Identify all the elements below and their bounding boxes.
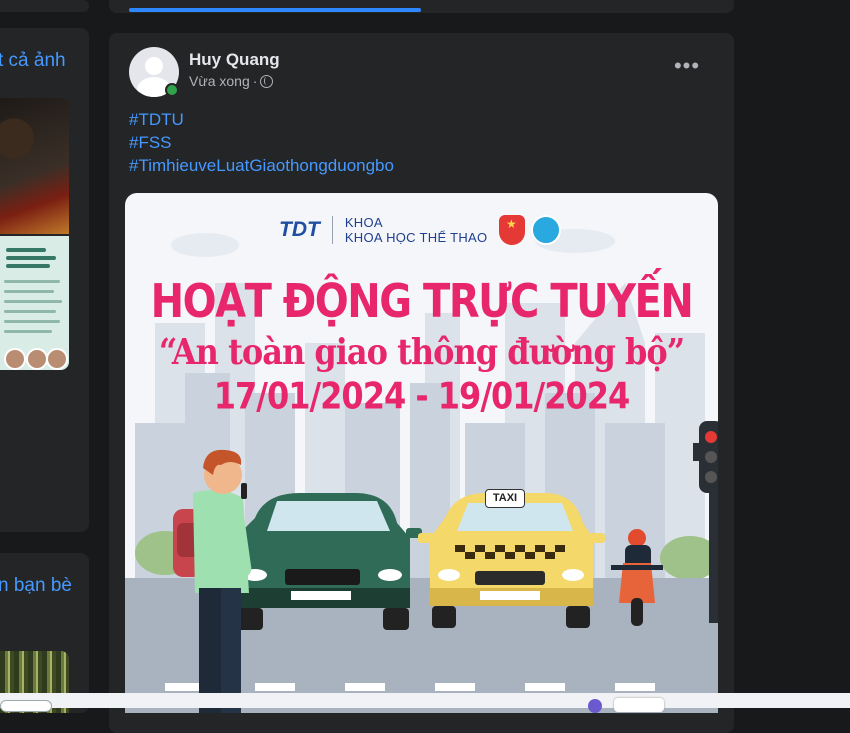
- dept-line-1: KHOA: [344, 215, 383, 230]
- bottom-avatar-icon[interactable]: [588, 699, 602, 713]
- poster-dates: 17/01/2024 - 19/01/2024: [213, 374, 631, 418]
- youth-union-badge: [499, 215, 525, 245]
- globe-icon[interactable]: [260, 74, 274, 88]
- dept-line-2: KHOA HỌC THỂ THAO: [344, 230, 488, 245]
- hashtag-link[interactable]: #TDTU: [129, 108, 394, 131]
- taxi-sign: TAXI: [485, 489, 525, 508]
- bottom-button[interactable]: [614, 698, 664, 712]
- department-name: KHOA KHOA HỌC THỂ THAO: [345, 215, 488, 245]
- active-tab-indicator: [129, 8, 421, 12]
- meta-separator: ·: [252, 73, 258, 89]
- photo-thumbnail[interactable]: [0, 236, 69, 370]
- tdt-logo: TDT: [279, 218, 320, 241]
- bottom-bar: [0, 693, 850, 713]
- post-author[interactable]: Huy Quang: [189, 50, 280, 70]
- post-hashtags: #TDTU #FSS #TimhieuveLuatGiaothongduongb…: [129, 108, 394, 177]
- post-time[interactable]: Vừa xong: [189, 73, 250, 89]
- logo-divider: [331, 216, 333, 244]
- left-card-top: [0, 0, 89, 12]
- bottom-input[interactable]: [0, 700, 52, 712]
- organization-badges: [499, 215, 561, 245]
- see-all-friends-link[interactable]: n bạn bè: [0, 575, 72, 597]
- post-meta: Vừa xong ·: [189, 73, 274, 89]
- tab-bar: [109, 0, 734, 13]
- poster-illustration: [125, 229, 718, 713]
- student-association-badge: [531, 215, 561, 245]
- friends-card: n bạn bè: [0, 553, 89, 713]
- post-card: Huy Quang Vừa xong · ••• #TDTU #FSS #Tim…: [109, 33, 734, 733]
- poster-title: HOẠT ĐỘNG TRỰC TUYẾN: [150, 275, 694, 329]
- more-options-icon[interactable]: •••: [669, 55, 705, 81]
- photo-thumbnail[interactable]: [0, 98, 69, 234]
- online-status-dot: [165, 83, 179, 97]
- hashtag-link[interactable]: #FSS: [129, 131, 394, 154]
- see-all-photos-link[interactable]: t cả ảnh: [0, 50, 66, 72]
- photos-card: t cả ảnh: [0, 28, 89, 532]
- hashtag-link[interactable]: #TimhieuveLuatGiaothongduongbo: [129, 154, 394, 177]
- poster-subtitle: “An toàn giao thông đường bộ”: [158, 331, 685, 373]
- post-image[interactable]: TDT KHOA KHOA HỌC THỂ THAO HOẠT ĐỘNG TRỰ…: [125, 193, 718, 713]
- poster-logo: TDT KHOA KHOA HỌC THỂ THAO: [279, 215, 487, 245]
